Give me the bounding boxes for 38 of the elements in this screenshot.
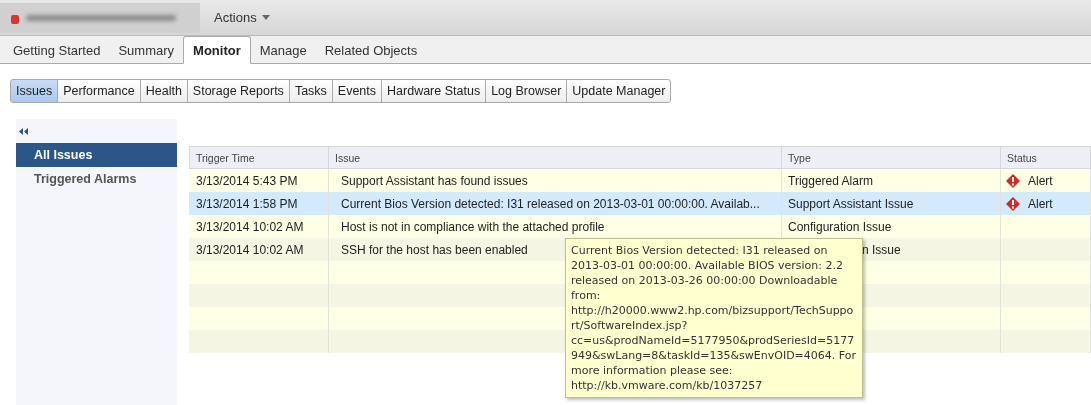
column-header[interactable]: Issue: [329, 146, 782, 169]
tab[interactable]: Monitor: [183, 36, 251, 64]
column-header[interactable]: Trigger Time: [189, 146, 329, 169]
table-cell: 3/13/2014 5:43 PM: [189, 169, 329, 192]
subtab-button[interactable]: Issues: [10, 79, 59, 103]
table-cell: Configuration Issue: [782, 215, 1001, 238]
actions-menu-button[interactable]: Actions: [208, 6, 276, 29]
table-cell: Support Assistant has found issues: [329, 169, 782, 192]
tab[interactable]: Getting Started: [4, 38, 110, 63]
table-cell: Current Bios Version detected: I31 released on 2013-03-01 00:00:00. Availab...: [329, 192, 782, 215]
tab[interactable]: Manage: [250, 38, 316, 63]
subtab-button[interactable]: Events: [331, 79, 383, 103]
caret-icon: [261, 15, 270, 20]
tooltip: Current Bios Version detected: I31 released on 2013-03-01 00:00:00. Available BIOS version: 2.2 released on 2013-03-26 00:00:00 Downloadable from: http://h20000.www2.hp.com/bizsupport/TechSupport/SoftwareIndex.jsp?cc=us&prodNameId=5177950&prodSeriesId=5177949&swLang=8&taskId=135&swEnvOID=4064. For more information please see: http://kb.vmware.com/kb/1037257: [565, 238, 863, 398]
alert-icon: [1006, 196, 1020, 211]
alert-icon: [1006, 173, 1020, 188]
table-cell: 3/13/2014 1:58 PM: [189, 192, 329, 215]
table-cell: Host is not in compliance with the attached profile: [329, 215, 782, 238]
subtab-button[interactable]: Storage Reports: [186, 79, 290, 103]
status-text: Alert: [1028, 196, 1053, 211]
subtab-button[interactable]: Health: [139, 79, 188, 103]
table-cell: 3/13/2014 10:02 AM: [189, 215, 329, 238]
table-cell: Support Assistant Issue: [782, 192, 1001, 215]
subtab-button[interactable]: Hardware Status: [381, 79, 487, 103]
column-header[interactable]: Type: [782, 146, 1001, 169]
subtab-button[interactable]: Tasks: [288, 79, 333, 103]
collapse-icon[interactable]: [19, 127, 28, 135]
sidebar-item[interactable]: All Issues: [16, 143, 177, 167]
subtab-button[interactable]: Update Manager: [566, 79, 672, 103]
sidebar-item[interactable]: Triggered Alarms: [16, 167, 177, 191]
column-header[interactable]: Status: [1001, 146, 1091, 169]
table-cell: 3/13/2014 10:02 AM: [189, 238, 329, 261]
subtab-button[interactable]: Log Browser: [485, 79, 568, 103]
status-text: Alert: [1028, 173, 1053, 188]
subtab-button[interactable]: Performance: [57, 79, 141, 103]
tab[interactable]: Related Objects: [315, 38, 427, 63]
table-cell: Triggered Alarm: [782, 169, 1001, 192]
tab[interactable]: Summary: [109, 38, 184, 63]
